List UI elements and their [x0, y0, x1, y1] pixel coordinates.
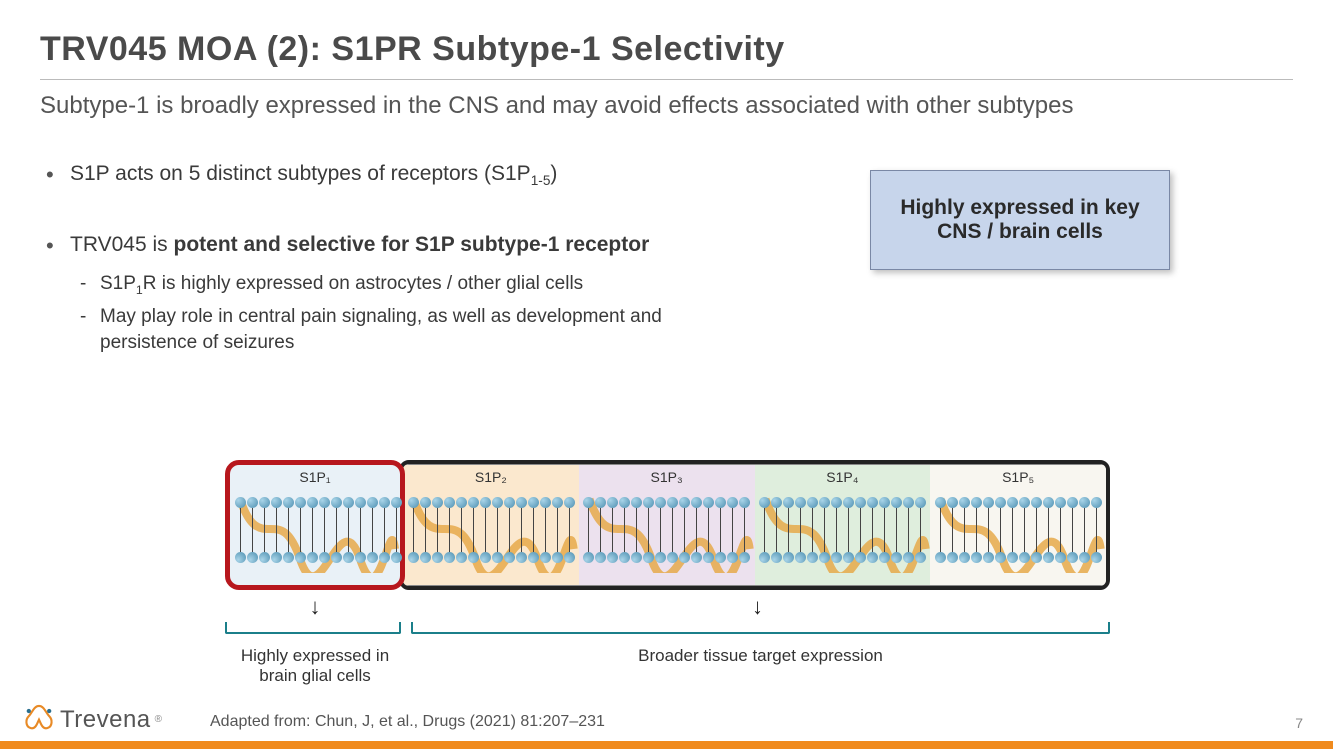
panel-label-2: S1P₂	[475, 469, 507, 485]
panel-label-1: S1P₁	[299, 469, 330, 485]
bullet-list: S1P acts on 5 distinct subtypes of recep…	[40, 160, 760, 396]
title-divider	[40, 79, 1293, 80]
bracket-2	[411, 622, 1110, 634]
panel-s1p3: S1P₃	[579, 464, 755, 586]
membrane-3	[583, 497, 751, 565]
bullet-2-pre: TRV045 is	[70, 233, 174, 256]
membrane-1	[234, 497, 396, 565]
panel-label-3: S1P₃	[651, 469, 683, 485]
caption-1: Highly expressed in brain glial cells	[225, 646, 405, 686]
body-row: S1P acts on 5 distinct subtypes of recep…	[40, 160, 1293, 396]
arrow-down-2: ↓	[405, 594, 1110, 620]
logo-registered: ®	[155, 714, 162, 725]
bullet-1: S1P acts on 5 distinct subtypes of recep…	[70, 160, 760, 191]
membrane-5	[934, 497, 1102, 565]
bullet-1-text-pre: S1P acts on 5 distinct subtypes of recep…	[70, 162, 531, 185]
bullet-1-text-post: )	[550, 162, 557, 185]
trevena-logo: Trevena ®	[22, 702, 162, 737]
sub1-pre: S1P	[100, 273, 136, 294]
logo-text: Trevena	[60, 706, 151, 734]
slide-subtitle: Subtype-1 is broadly expressed in the CN…	[40, 92, 1293, 120]
arrow-down-1: ↓	[225, 594, 405, 620]
caption-2: Broader tissue target expression	[411, 646, 1110, 666]
subbullet-1: S1P1R is highly expressed on astrocytes …	[100, 271, 760, 298]
callout-box: Highly expressed in key CNS / brain cell…	[870, 170, 1170, 270]
page-number: 7	[1295, 715, 1303, 731]
panel-label-4: S1P₄	[826, 469, 858, 485]
arrows-row: ↓ ↓	[225, 590, 1110, 620]
sub1-post: R is highly expressed on astrocytes / ot…	[143, 273, 583, 294]
footer-accent-bar	[0, 741, 1333, 749]
logo-mark-icon	[22, 702, 56, 737]
panel-s1p2: S1P₂	[403, 464, 579, 586]
panel-s1p1: S1P₁	[225, 460, 405, 590]
membrane-row: S1P₁ S1P₂ S1P₃ S1P₄	[225, 460, 1110, 590]
slide-title: TRV045 MOA (2): S1PR Subtype-1 Selectivi…	[40, 30, 1293, 69]
bracket-1	[225, 622, 401, 634]
panel-s1p4: S1P₄	[755, 464, 931, 586]
bullet-2: TRV045 is potent and selective for S1P s…	[70, 231, 760, 356]
panel-s1p5: S1P₅	[930, 464, 1106, 586]
brackets	[225, 622, 1110, 640]
slide: TRV045 MOA (2): S1PR Subtype-1 Selectivi…	[0, 0, 1333, 749]
sub1-sub: 1	[136, 283, 143, 297]
panel-label-5: S1P₅	[1002, 469, 1034, 485]
bullet-2-bold: potent and selective for S1P subtype-1 r…	[174, 233, 650, 256]
panel-group-2to5: S1P₂ S1P₃ S1P₄ S1P₅	[399, 460, 1110, 590]
membrane-2	[407, 497, 575, 565]
citation: Adapted from: Chun, J, et al., Drugs (20…	[210, 713, 605, 731]
bullet-1-sub: 1-5	[531, 173, 551, 188]
membrane-4	[759, 497, 927, 565]
subbullet-2: May play role in central pain signaling,…	[100, 304, 760, 355]
receptor-diagram: S1P₁ S1P₂ S1P₃ S1P₄	[225, 460, 1110, 646]
